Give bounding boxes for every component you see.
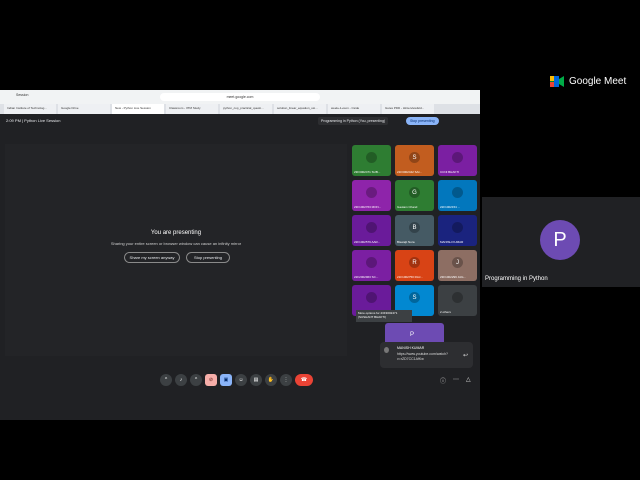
avatar: P [540, 220, 580, 260]
reply-icon[interactable]: ↩ [463, 352, 468, 359]
avatar [384, 347, 389, 353]
participant-name: 21F1002750 RAJ... [397, 275, 423, 279]
chevron-up-icon[interactable]: ^ [190, 373, 202, 386]
share-anyway-button[interactable]: Share my screen anyway [124, 252, 180, 263]
participant-tile[interactable]: S 21F3002442 SAI... [395, 145, 434, 176]
participant-name: MANISH KUMAR [440, 240, 464, 244]
browser-tabs: Indian Institute of Technolog... Google … [0, 104, 480, 114]
toast-sender: MANISH KUMAR [397, 346, 425, 350]
captions-button[interactable]: ▤ [250, 373, 262, 386]
avatar [452, 222, 463, 233]
meet-camera-icon [550, 76, 564, 87]
browser-tab[interactable]: Indian Institute of Technolog... [4, 104, 56, 114]
avatar [452, 152, 463, 163]
presenting-chip: Programming in Python (You, presenting) [318, 117, 389, 125]
presenting-subtitle: Sharing your entire screen or browser wi… [110, 241, 242, 246]
participant-tile[interactable]: 22F2002963 SC... [352, 250, 391, 281]
avatar: S [409, 292, 420, 303]
raise-hand-button[interactable]: ✋ [265, 373, 277, 386]
avatar [452, 292, 463, 303]
participant-name: Biswajit Nura [397, 240, 415, 244]
participant-name: 2 others [440, 310, 451, 314]
browser-tab[interactable]: Google Drive [58, 104, 110, 114]
participant-tile[interactable]: R 21F1002750 RAJ... [395, 250, 434, 281]
presenting-overlay [5, 144, 347, 356]
avatar: B [409, 222, 420, 233]
participant-name: Programming in Python [485, 276, 548, 282]
participant-tile[interactable]: MANISH KUMAR [438, 215, 477, 246]
google-meet-logo: Google Meet [550, 76, 626, 87]
participant-name: 23F3002471 SUB... [354, 170, 381, 174]
participant-tile[interactable]: 22F1002579 AAR... [352, 215, 391, 246]
presenting-title: You are presenting [150, 230, 202, 236]
participant-name: 22F1002579 AAR... [354, 240, 381, 244]
browser-profile: Session [16, 93, 29, 97]
avatar [366, 257, 377, 268]
participant-tile[interactable]: G Gautam Chand [395, 180, 434, 211]
toast-message[interactable]: https://www.youtube.com/watch?v=rZD7CC1A… [397, 352, 457, 362]
participant-tile[interactable]: J 23F1002299 JAG... [438, 250, 477, 281]
avatar: G [409, 187, 420, 198]
overlay-stop-button[interactable]: Stop presenting [186, 252, 230, 263]
browser-tab[interactable]: week+1+sum - Cside [328, 104, 380, 114]
participant-tile[interactable]: 23F1002763 MON... [352, 180, 391, 211]
stop-presenting-button[interactable]: Stop presenting [406, 117, 439, 125]
participant-name: 23F1002299 JAG... [440, 275, 467, 279]
browser-tab[interactable]: Gutes PDD - Hinterviewfeld... [382, 104, 434, 114]
tooltip: More options for 23F3002471 (SUSHANT BHA… [356, 310, 412, 322]
avatar [366, 187, 377, 198]
end-call-button[interactable]: ☎ [295, 373, 313, 386]
meeting-time: 2:09 PM | Python Live Session [6, 118, 61, 123]
avatar: S [409, 152, 420, 163]
emoji-button[interactable]: ☺ [235, 373, 247, 386]
address-bar[interactable]: meet.google.com [160, 93, 320, 101]
avatar [452, 187, 463, 198]
participant-tile[interactable]: CCNI BHAKTI [438, 145, 477, 176]
chevron-up-icon[interactable]: ^ [160, 373, 172, 386]
present-button[interactable]: ▣ [220, 373, 232, 386]
camera-off-button[interactable]: ⊘ [205, 373, 217, 386]
mic-button[interactable]: ♪ [175, 373, 187, 386]
shared-screen: Session meet.google.com Indian Institute… [0, 90, 480, 420]
participant-tile[interactable]: 23F3002471 SUB... [352, 145, 391, 176]
avatar: J [452, 257, 463, 268]
participant-name: CCNI BHAKTI [440, 170, 460, 174]
brand-name: Google Meet [569, 76, 627, 87]
browser-tab[interactable]: Classroom - IITM Study [166, 104, 218, 114]
self-video-tile[interactable]: P Programming in Python [482, 197, 640, 287]
browser-tab[interactable]: solution_linear_equation_usi... [274, 104, 326, 114]
browser-tab[interactable]: New - Python Live Session [112, 104, 164, 114]
others-tile[interactable]: 2 others [438, 285, 477, 316]
participant-name: Gautam Chand [397, 205, 418, 209]
avatar [366, 292, 377, 303]
browser-tab[interactable]: python_cop_practical_questi... [220, 104, 272, 114]
info-icon[interactable]: ⓘ [440, 376, 446, 385]
avatar: P [410, 332, 415, 338]
call-controls: ^ ♪ ^ ⊘ ▣ ☺ ▤ ✋ ⋮ ☎ [160, 373, 313, 386]
apps-icon[interactable]: ⋯ [453, 376, 459, 383]
avatar: R [409, 257, 420, 268]
participant-tile[interactable]: B Biswajit Nura [395, 215, 434, 246]
participant-name: 21F3002442 SAI... [397, 170, 423, 174]
participant-name: 22F2002963 SC... [354, 275, 379, 279]
meeting-header: 2:09 PM | Python Live Session Programmin… [0, 116, 480, 128]
participant-name: 23F1002763 MON... [354, 205, 382, 209]
avatar [366, 152, 377, 163]
more-options-button[interactable]: ⋮ [280, 373, 292, 386]
chat-toast[interactable]: MANISH KUMAR https://www.youtube.com/wat… [380, 342, 473, 368]
participant-name: 22F1002154 ... [440, 205, 461, 209]
participant-tile[interactable]: 22F1002154 ... [438, 180, 477, 211]
avatar [366, 222, 377, 233]
activities-icon[interactable]: △ [466, 376, 471, 383]
